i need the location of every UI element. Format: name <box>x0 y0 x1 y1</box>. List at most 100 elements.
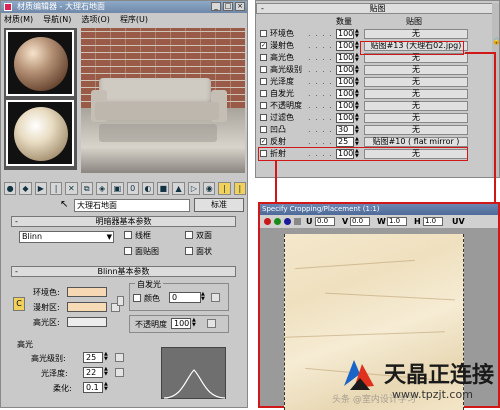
blue-channel-dot[interactable] <box>284 218 291 225</box>
spec-level-spinner[interactable]: 25 <box>83 352 103 363</box>
put-to-scene-icon[interactable]: ◆ <box>19 182 32 195</box>
close-button[interactable]: × <box>235 2 245 11</box>
glossiness-map-button[interactable] <box>115 368 124 377</box>
map-slot-button[interactable]: 无 <box>364 65 468 75</box>
specular-color-swatch[interactable] <box>67 317 107 327</box>
map-amount-spinner[interactable]: 100 <box>336 53 354 63</box>
effects-channel-icon[interactable]: 0 <box>126 182 139 195</box>
assign-material-icon[interactable]: ▶ <box>34 182 47 195</box>
spinner-arrows-icon[interactable]: ▲ ▼ <box>355 41 359 51</box>
u-field[interactable]: 0.0 <box>315 217 335 226</box>
map-amount-spinner[interactable]: 30 <box>336 125 354 135</box>
spinner-arrows-icon[interactable]: ▲ ▼ <box>355 113 359 123</box>
show-map-icon[interactable]: ◐ <box>141 182 155 195</box>
map-enable-checkbox[interactable] <box>260 54 267 61</box>
copy-icon[interactable]: ⧉ <box>80 182 93 195</box>
spinner-arrows-icon[interactable]: ▲ ▼ <box>355 125 359 135</box>
map-amount-spinner[interactable]: 100 <box>336 41 354 51</box>
spinner-arrows-icon[interactable]: ▲ ▼ <box>355 65 359 75</box>
opacity-map-button[interactable] <box>207 319 216 328</box>
green-channel-dot[interactable] <box>274 218 281 225</box>
minimize-button[interactable]: _ <box>211 2 221 11</box>
map-slot-button[interactable]: 无 <box>364 125 468 135</box>
options-icon[interactable]: | <box>233 182 246 195</box>
menu-navigation[interactable]: 导航(N) <box>43 13 71 26</box>
map-enable-checkbox[interactable] <box>260 114 267 121</box>
self-illum-spinner[interactable]: 0 <box>169 292 201 303</box>
spinner-arrows-icon[interactable]: ▲ ▼ <box>104 367 109 378</box>
map-enable-checkbox[interactable]: ✓ <box>260 138 267 145</box>
faceted-checkbox[interactable] <box>185 247 193 255</box>
map-enable-checkbox[interactable] <box>260 102 267 109</box>
spinner-arrows-icon[interactable]: ▲ ▼ <box>355 77 359 87</box>
opacity-spinner[interactable]: 100 <box>171 318 191 329</box>
soften-spinner[interactable]: 0.1 <box>83 382 103 393</box>
two-sided-checkbox[interactable] <box>185 231 193 239</box>
map-enable-checkbox[interactable] <box>260 30 267 37</box>
h-field[interactable]: 1.0 <box>423 217 443 226</box>
ambient-color-swatch[interactable] <box>67 287 107 297</box>
map-slot-button[interactable]: 无 <box>364 77 468 87</box>
unique-icon[interactable]: ◈ <box>95 182 109 195</box>
map-amount-spinner[interactable]: 100 <box>336 113 354 123</box>
spinner-arrows-icon[interactable]: ▲ ▼ <box>355 101 359 111</box>
shader-type-select[interactable]: Blinn ▼ <box>19 231 114 243</box>
map-amount-spinner[interactable]: 25 <box>336 137 354 147</box>
map-amount-spinner[interactable]: 100 <box>336 101 354 111</box>
menu-material[interactable]: 材质(M) <box>4 13 33 26</box>
put-library-icon[interactable]: ▣ <box>111 182 124 195</box>
maps-rollout-header[interactable]: - 贴图 <box>256 3 499 14</box>
alpha-channel-dot[interactable] <box>294 218 301 225</box>
map-slot-button[interactable]: 无 <box>364 29 468 39</box>
map-slot-button[interactable]: 无 <box>364 101 468 111</box>
lock-ambient-diffuse-button[interactable]: C <box>13 297 25 311</box>
self-illum-map-button[interactable] <box>211 293 220 302</box>
w-field[interactable]: 1.0 <box>387 217 407 226</box>
map-amount-spinner[interactable]: 100 <box>336 89 354 99</box>
spinner-arrows-icon[interactable]: ▲ ▼ <box>192 318 197 329</box>
material-navigator-icon[interactable]: ◉ <box>203 182 216 195</box>
get-material-icon[interactable]: ● <box>4 182 17 195</box>
diffuse-color-swatch[interactable] <box>67 302 107 312</box>
maximize-button[interactable]: □ <box>223 2 233 11</box>
map-slot-button[interactable]: 贴图#10 ( flat mirror ) <box>364 137 468 147</box>
blinn-rollout-header[interactable]: - Blinn基本参数 <box>11 266 236 277</box>
spinner-arrows-icon[interactable]: ▲ ▼ <box>104 382 109 393</box>
menu-utilities[interactable]: 程序(U) <box>120 13 148 26</box>
map-enable-checkbox[interactable] <box>260 66 267 73</box>
delete-icon[interactable]: ✕ <box>65 182 78 195</box>
map-slot-button[interactable]: 无 <box>364 89 468 99</box>
wire-checkbox[interactable] <box>124 231 132 239</box>
reset-icon[interactable]: | <box>49 182 63 195</box>
red-channel-dot[interactable] <box>264 218 271 225</box>
map-slot-button[interactable]: 无 <box>364 113 468 123</box>
map-enable-checkbox[interactable] <box>260 126 267 133</box>
glossiness-spinner[interactable]: 22 <box>83 367 103 378</box>
map-enable-checkbox[interactable] <box>260 90 267 97</box>
menu-options[interactable]: 选项(O) <box>81 13 110 26</box>
spinner-arrows-icon[interactable]: ▲ ▼ <box>355 137 359 147</box>
material-type-button[interactable]: 标准 <box>194 198 244 212</box>
self-illum-color-checkbox[interactable] <box>133 294 141 302</box>
face-map-checkbox[interactable] <box>124 247 132 255</box>
shader-rollout-header[interactable]: - 明暗器基本参数 <box>11 216 236 227</box>
map-amount-spinner[interactable]: 100 <box>336 77 354 87</box>
go-parent-icon[interactable]: ▲ <box>172 182 185 195</box>
sample-slot-2[interactable] <box>6 100 74 166</box>
spec-level-map-button[interactable] <box>115 353 124 362</box>
map-enable-checkbox[interactable] <box>260 78 267 85</box>
show-end-icon[interactable]: ■ <box>157 182 170 195</box>
spinner-arrows-icon[interactable]: ▲ ▼ <box>355 29 359 39</box>
map-amount-spinner[interactable]: 100 <box>336 65 354 75</box>
go-sibling-icon[interactable]: ▷ <box>187 182 201 195</box>
spinner-arrows-icon[interactable]: ▲ ▼ <box>355 89 359 99</box>
sample-slot-1[interactable] <box>6 30 74 96</box>
material-name-input[interactable]: 大理石地面 <box>74 199 190 212</box>
v-field[interactable]: 0.0 <box>350 217 370 226</box>
eyedropper-icon[interactable]: ↖ <box>60 199 70 211</box>
spinner-arrows-icon[interactable]: ▲ ▼ <box>355 53 359 63</box>
spinner-arrows-icon[interactable]: ▲ ▼ <box>104 352 109 363</box>
spinner-arrows-icon[interactable]: ▲ ▼ <box>201 292 206 303</box>
map-enable-checkbox[interactable]: ✓ <box>260 42 267 49</box>
select-by-material-icon[interactable]: | <box>218 182 231 195</box>
